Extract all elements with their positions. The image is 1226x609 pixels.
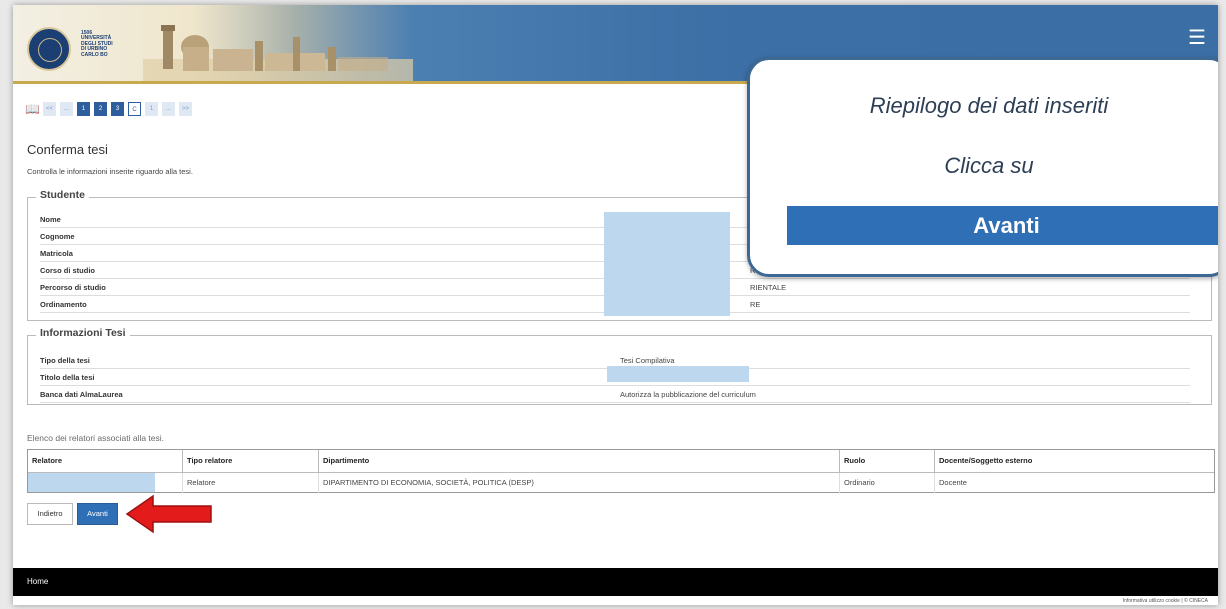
step-first[interactable]: << bbox=[43, 102, 56, 116]
step-2[interactable]: 2 bbox=[94, 102, 107, 116]
table-cell-tipo: Relatore bbox=[183, 473, 319, 493]
table-cell-dipartimento: DIPARTIMENTO DI ECONOMIA, SOCIETÀ, POLIT… bbox=[319, 473, 840, 493]
col-ruolo: Ruolo bbox=[840, 450, 935, 472]
red-arrow-icon bbox=[125, 494, 212, 534]
hamburger-menu-icon[interactable]: ☰ bbox=[1188, 25, 1206, 50]
studente-legend: Studente bbox=[36, 189, 89, 201]
relatori-title: Elenco dei relatori associati alla tesi. bbox=[27, 433, 165, 443]
page-subtitle: Controlla le informazioni inserite rigua… bbox=[27, 167, 193, 176]
step-navigation: 📖 << ... 1 2 3 C 1 ... >> bbox=[25, 102, 192, 116]
col-tipo-relatore: Tipo relatore bbox=[183, 450, 319, 472]
callout-line1: Riepilogo dei dati inseriti bbox=[869, 93, 1109, 118]
step-1[interactable]: 1 bbox=[77, 102, 90, 116]
col-dipartimento: Dipartimento bbox=[319, 450, 840, 472]
relatori-table: Relatore Tipo relatore Dipartimento Ruol… bbox=[27, 449, 1215, 493]
university-name: 1506 UNIVERSITÀ DEGLI STUDI DI URBINO CA… bbox=[81, 30, 113, 58]
step-last[interactable]: >> bbox=[179, 102, 192, 116]
table-cell-docente: Docente bbox=[939, 478, 967, 487]
step-next-1[interactable]: 1 bbox=[145, 102, 158, 116]
instruction-callout: Riepilogo dei dati inseriti Clicca su Av… bbox=[747, 57, 1218, 277]
footer-cookie-link[interactable]: Informativa utilizzo cookie | © CINECA bbox=[1123, 598, 1208, 604]
table-cell-ruolo: Ordinario bbox=[840, 473, 935, 493]
footer-home-link[interactable]: Home bbox=[27, 577, 48, 586]
tesi-row-almalaurea: Banca dati AlmaLaurea Autorizza la pubbli… bbox=[40, 386, 1190, 403]
callout-avanti-label: Avanti bbox=[787, 206, 1218, 245]
book-icon: 📖 bbox=[25, 102, 40, 116]
col-docente: Docente/Soggetto esterno bbox=[939, 456, 1033, 465]
back-button[interactable]: Indietro bbox=[27, 503, 73, 525]
step-current: C bbox=[128, 102, 141, 116]
page-title: Conferma tesi bbox=[27, 142, 108, 157]
step-ellipsis-2: ... bbox=[162, 102, 175, 116]
step-ellipsis: ... bbox=[60, 102, 73, 116]
footer-bottom-bar: Informativa utilizzo cookie | © CINECA bbox=[13, 596, 1218, 605]
next-button[interactable]: Avanti bbox=[77, 503, 118, 525]
col-relatore: Relatore bbox=[28, 450, 183, 472]
step-3[interactable]: 3 bbox=[111, 102, 124, 116]
site-footer: Home bbox=[13, 568, 1218, 596]
redacted-relatore-name bbox=[28, 473, 155, 492]
redacted-thesis-title bbox=[607, 366, 749, 382]
tesi-legend: Informazioni Tesi bbox=[36, 327, 130, 339]
university-logo[interactable] bbox=[27, 27, 71, 71]
urbino-skyline-image bbox=[143, 25, 413, 81]
browser-page: 1506 UNIVERSITÀ DEGLI STUDI DI URBINO CA… bbox=[13, 5, 1218, 605]
redacted-student-data bbox=[604, 212, 730, 316]
callout-line2: Clicca su bbox=[944, 153, 1034, 178]
